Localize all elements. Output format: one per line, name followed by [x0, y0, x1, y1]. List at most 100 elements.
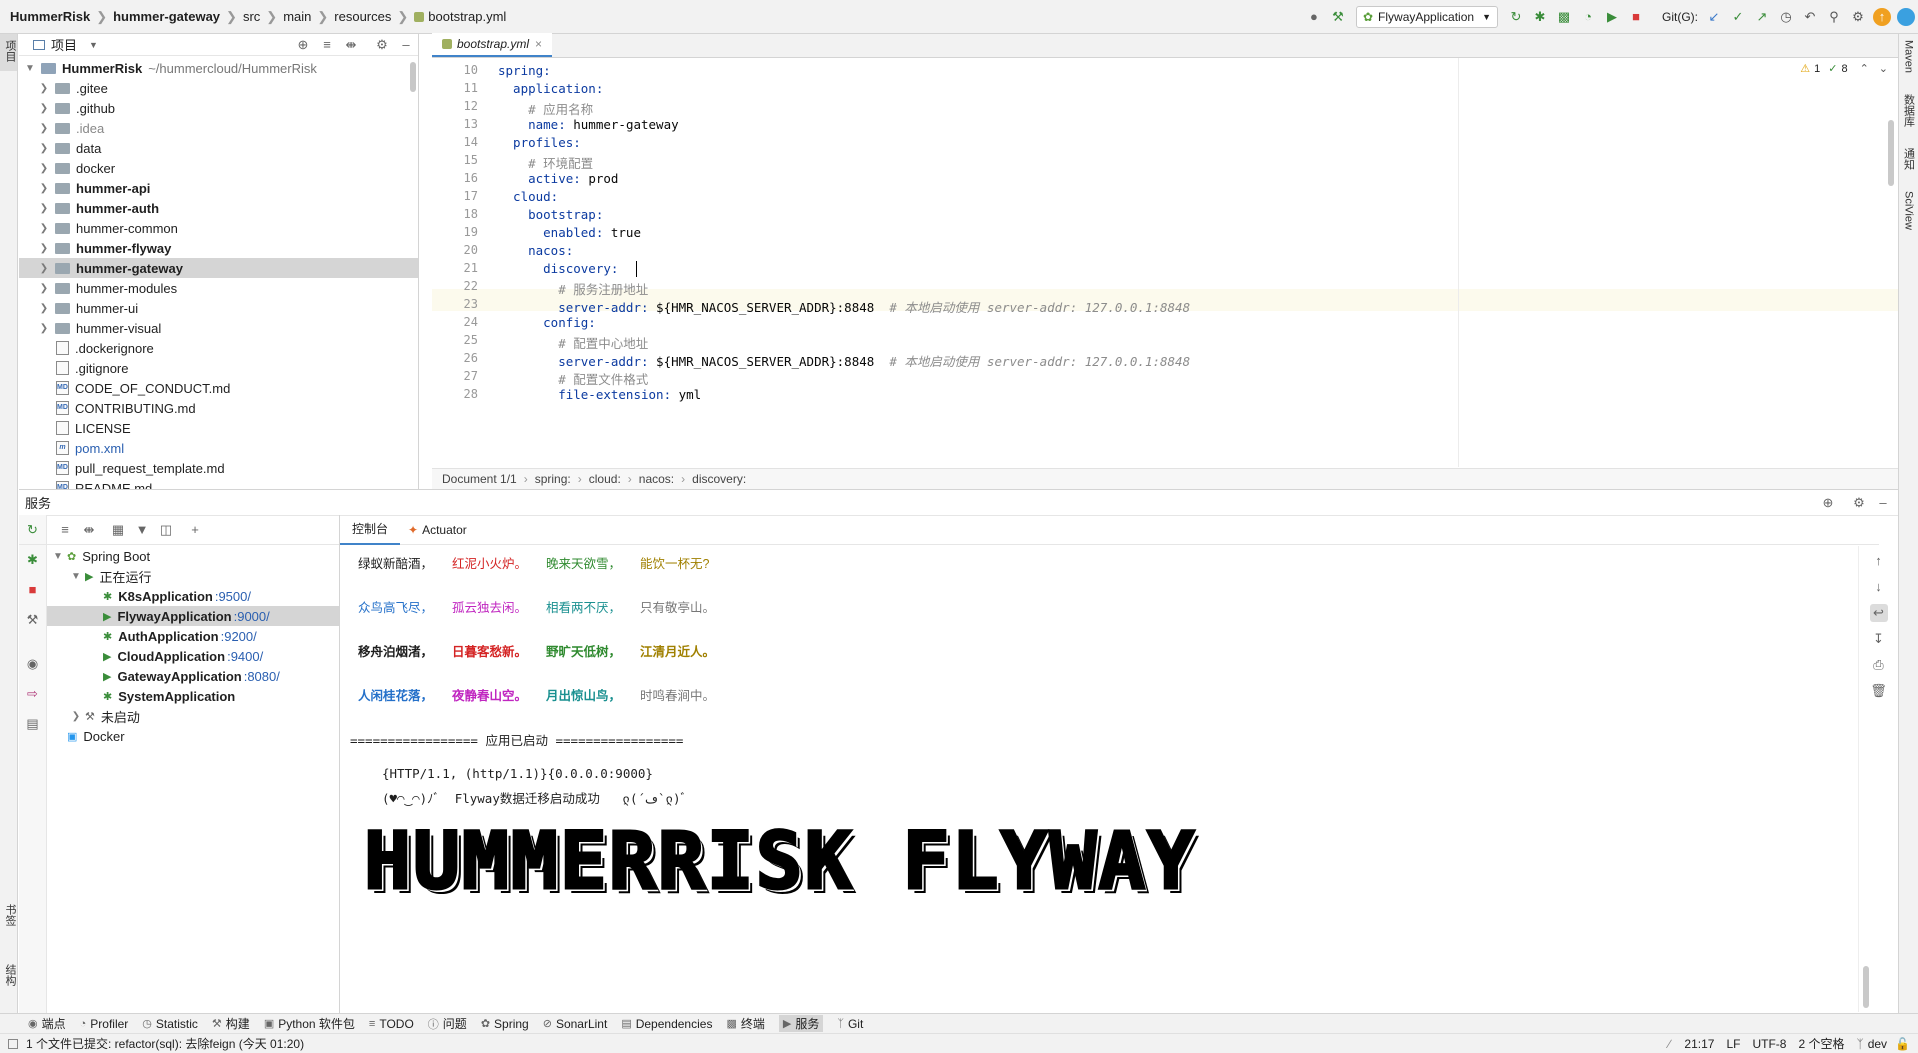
indent-setting[interactable]: 2 个空格 — [1798, 1035, 1844, 1052]
layout-icon[interactable] — [8, 1038, 18, 1049]
project-tree-item[interactable]: ❯ .github — [19, 98, 418, 118]
project-tree-item[interactable]: LICENSE — [19, 418, 418, 438]
line-separator[interactable]: LF — [1726, 1037, 1740, 1051]
add-icon[interactable]: + — [186, 521, 204, 539]
profiler-icon[interactable]: ◔ — [1579, 8, 1597, 26]
stop-icon[interactable]: ■ — [24, 581, 42, 599]
new-tab-icon[interactable]: ◫ — [157, 521, 175, 539]
code-line[interactable]: # 应用名称 — [498, 99, 593, 118]
project-tree-item[interactable]: MD pull_request_template.md — [19, 458, 418, 478]
project-tree-item[interactable]: ❯ hummer-visual — [19, 318, 418, 338]
login-icon[interactable]: ⇨ — [24, 685, 42, 703]
settings-icon[interactable]: ⚙ — [1850, 494, 1868, 512]
file-encoding[interactable]: UTF-8 — [1752, 1037, 1786, 1051]
bottom-tool-3[interactable]: ⚒ 构建 — [212, 1015, 250, 1032]
more-run-icon[interactable]: ▶ — [1603, 8, 1621, 26]
console-scrollbar[interactable] — [1863, 966, 1869, 1008]
soft-wrap-icon[interactable]: ↩ — [1869, 604, 1888, 622]
wrench-icon[interactable]: ⚒ — [24, 611, 42, 629]
lock-icon[interactable]: 🔓 — [1895, 1037, 1910, 1051]
bottom-tool-2[interactable]: ◷ Statistic — [142, 1017, 198, 1031]
memory-indicator-icon[interactable]: ∕ — [1668, 1037, 1670, 1051]
trash-icon[interactable]: 🗑 — [1870, 682, 1888, 700]
chevron-right-icon[interactable]: ❯ — [37, 83, 51, 94]
code-line[interactable]: profiles: — [498, 135, 581, 150]
chevron-right-icon[interactable]: ❯ — [37, 203, 51, 214]
editor-scrollbar[interactable] — [1888, 120, 1894, 186]
settings-icon[interactable]: ⚙ — [373, 36, 391, 54]
project-tree-item[interactable]: ❯ hummer-common — [19, 218, 418, 238]
arrow-up-icon[interactable]: ↑ — [1870, 552, 1888, 570]
structure-tool-button[interactable]: 结构 — [2, 964, 18, 989]
project-scrollbar[interactable] — [410, 62, 416, 92]
project-tool-button[interactable]: 项目 — [0, 34, 17, 71]
git-update-icon[interactable]: ↙ — [1705, 8, 1723, 26]
bottom-tool-1[interactable]: ◔ Profiler — [80, 1017, 129, 1031]
console-output[interactable]: 绿蚁新醅酒， 红泥小火炉。 晚来天欲雪， 能饮一杯无? 众鸟高飞尽， 孤云独去闲。 相看两不… — [340, 545, 1879, 1013]
breadcrumb-item[interactable]: resources — [334, 9, 391, 24]
bottom-tool-4[interactable]: ▣ Python 软件包 — [264, 1015, 355, 1032]
bottom-tool-5[interactable]: ≡ TODO — [369, 1017, 414, 1031]
breadcrumb-item[interactable]: main — [283, 9, 311, 24]
rerun-icon[interactable]: ↻ — [1507, 8, 1525, 26]
project-tree-item[interactable]: ❯ hummer-api — [19, 178, 418, 198]
code-line[interactable]: server-addr: ${HMR_NACOS_SERVER_ADDR}:88… — [498, 297, 1190, 316]
history-icon[interactable]: ◷ — [1777, 8, 1795, 26]
project-tree-item[interactable]: .gitignore — [19, 358, 418, 378]
git-push-icon[interactable]: ↗ — [1753, 8, 1771, 26]
bottom-tool-10[interactable]: ▩ 终端 — [726, 1015, 764, 1032]
project-tree-item[interactable]: ❯ hummer-auth — [19, 198, 418, 218]
chevron-down-icon[interactable]: ▼ — [89, 40, 98, 50]
code-line[interactable]: spring: — [498, 63, 551, 78]
project-tree-item[interactable]: ❯ .idea — [19, 118, 418, 138]
service-tree-item[interactable]: ✱ K8sApplication:9500/ — [47, 586, 339, 606]
project-root[interactable]: ▼ HummerRisk ~/hummercloud/HummerRisk — [19, 58, 418, 78]
collapse-all-icon[interactable]: ⇼ — [342, 36, 360, 54]
filter-icon[interactable]: ▼ — [133, 521, 151, 539]
camera-icon[interactable]: ◉ — [24, 655, 42, 673]
close-icon[interactable]: × — [535, 37, 542, 51]
app-logo-icon[interactable] — [1897, 7, 1915, 26]
commit-status[interactable]: 1 个文件已提交: refactor(sql): 去除feign (今天 01:… — [26, 1035, 304, 1052]
code-line[interactable]: server-addr: ${HMR_NACOS_SERVER_ADDR}:88… — [498, 351, 1190, 370]
breadcrumb-item[interactable]: discovery: — [692, 472, 746, 486]
expand-all-icon[interactable]: ≡ — [318, 36, 336, 54]
chevron-down-icon[interactable]: ⌄ — [1879, 62, 1888, 75]
project-tree-item[interactable]: ❯ hummer-gateway — [19, 258, 418, 278]
hide-icon[interactable]: – — [1874, 494, 1892, 512]
service-tree-item[interactable]: ▶ CloudApplication:9400/ — [47, 646, 339, 666]
run-config-select[interactable]: ✿ FlywayApplication ▼ — [1355, 5, 1498, 28]
expand-all-icon[interactable]: ≡ — [56, 521, 74, 539]
bottom-tool-8[interactable]: ⊘ SonarLint — [543, 1017, 608, 1031]
hide-icon[interactable]: – — [397, 36, 415, 54]
right-tool-button[interactable]: Maven — [1903, 40, 1915, 76]
right-tool-button[interactable]: SciView — [1903, 191, 1915, 233]
chevron-down-icon[interactable]: ▼ — [23, 63, 37, 74]
bookmarks-tool-button[interactable]: 书签 — [2, 904, 18, 929]
service-port-link[interactable]: :9000/ — [234, 609, 270, 624]
bottom-tool-0[interactable]: ◉ 端点 — [28, 1015, 66, 1032]
breadcrumb-item[interactable]: hummer-gateway — [113, 9, 220, 24]
chevron-right-icon[interactable]: ❯ — [37, 283, 51, 294]
chevron-right-icon[interactable]: ❯ — [37, 143, 51, 154]
bottom-tool-7[interactable]: ✿ Spring — [481, 1017, 529, 1031]
bottom-tool-6[interactable]: ⓘ 问题 — [428, 1015, 467, 1032]
service-port-link[interactable]: :9500/ — [215, 589, 251, 604]
chevron-right-icon[interactable]: ❯ — [37, 243, 51, 254]
right-tool-button[interactable]: 通知 — [1901, 148, 1917, 173]
arrow-down-icon[interactable]: ↓ — [1870, 578, 1888, 596]
editor-tab[interactable]: bootstrap.yml × — [432, 33, 553, 57]
chevron-right-icon[interactable]: ❯ — [37, 163, 51, 174]
chevron-down-icon[interactable]: ▼ — [69, 571, 83, 582]
code-line[interactable]: config: — [498, 315, 596, 330]
service-tree-item[interactable]: ▶ GatewayApplication:8080/ — [47, 666, 339, 686]
chevron-up-icon[interactable]: ⌃ — [1860, 62, 1869, 75]
chevron-right-icon[interactable]: ❯ — [37, 123, 51, 134]
chevron-right-icon[interactable]: ❯ — [37, 263, 51, 274]
service-tree-item[interactable]: ▣ Docker — [47, 726, 339, 746]
code-line[interactable]: file-extension: yml — [498, 387, 701, 402]
breadcrumb-item[interactable]: cloud: — [589, 472, 621, 486]
code-line[interactable]: cloud: — [498, 189, 558, 204]
code-line[interactable]: bootstrap: — [498, 207, 603, 222]
project-tree-item[interactable]: MD CODE_OF_CONDUCT.md — [19, 378, 418, 398]
